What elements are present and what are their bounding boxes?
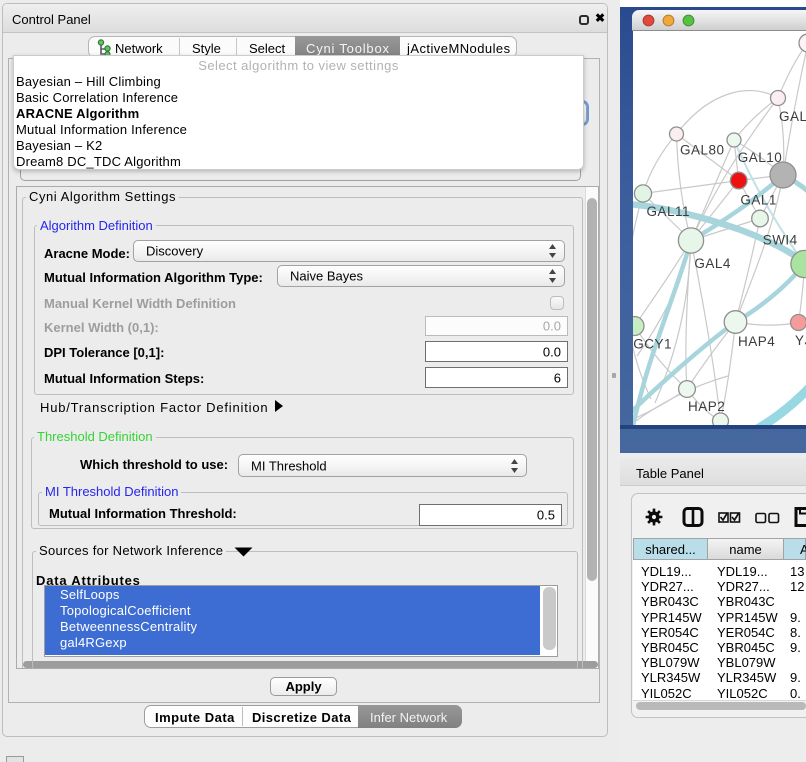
svg-text:GAL80: GAL80: [680, 143, 725, 158]
svg-text:GCY1: GCY1: [633, 337, 672, 352]
svg-text:GAL1: GAL1: [740, 193, 777, 208]
svg-text:GAL4: GAL4: [694, 256, 731, 271]
svg-text:YJ: YJ: [795, 333, 806, 348]
svg-text:GAL11: GAL11: [647, 204, 691, 219]
svg-text:SWI4: SWI4: [763, 233, 798, 248]
svg-text:GAL10: GAL10: [738, 150, 783, 165]
svg-text:GAL7: GAL7: [779, 109, 806, 124]
svg-text:HAP2: HAP2: [688, 399, 725, 414]
svg-text:HAP4: HAP4: [738, 334, 775, 349]
